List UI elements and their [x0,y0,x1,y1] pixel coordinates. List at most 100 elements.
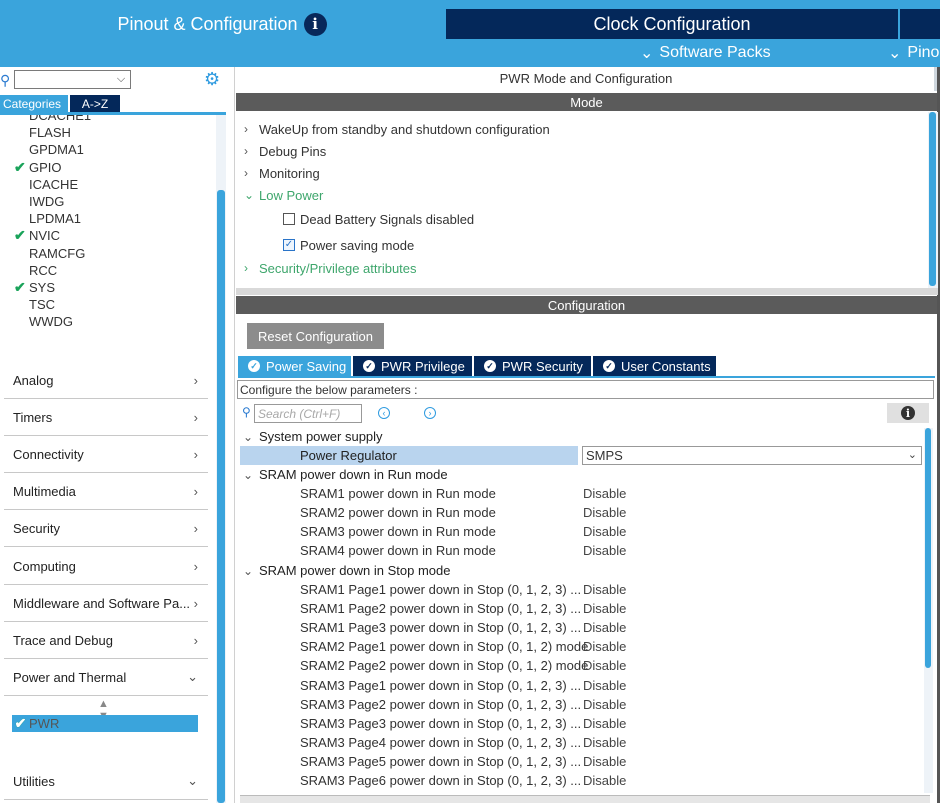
category-row[interactable]: Timers › [4,399,208,436]
category-row[interactable]: Utilities ⌄ [4,763,208,800]
tab-pwr-security[interactable]: ✓ PWR Security [474,356,591,376]
config-scrollbar-thumb[interactable] [925,428,931,668]
peripheral-item[interactable]: GPDMA1 [14,141,84,158]
tab-power-saving[interactable]: ✓ Power Saving [238,356,351,376]
category-row[interactable]: Analog › [4,362,208,399]
reset-configuration-button[interactable]: Reset Configuration [247,323,384,349]
parameter-name: SRAM3 Page5 power down in Stop (0, 1, 2,… [300,753,582,769]
info-button[interactable]: i [887,403,929,423]
mode-item-low-power[interactable]: ⌄ Low Power [244,185,323,205]
parameter-value[interactable]: Disable [583,582,626,597]
chevron-down-icon[interactable]: ⌵ [112,70,130,89]
pinout-menu[interactable]: ⌄ Pino [888,40,939,66]
parameter-value[interactable]: Disable [583,543,626,558]
chevron-down-icon: ⌄ [888,45,902,62]
parameter-row[interactable]: SRAM2 Page2 power down in Stop (0, 1, 2)… [300,656,922,675]
peripheral-item[interactable]: ✔ SYS [14,279,55,296]
panel-divider[interactable] [236,288,938,295]
tab-az-label: A->Z [81,96,109,111]
peripheral-item[interactable]: WWDG [14,313,73,330]
dead-battery-option[interactable]: Dead Battery Signals disabled [283,209,474,229]
parameter-value[interactable]: Disable [583,601,626,616]
parameter-value[interactable]: Disable [583,524,626,539]
tab-pwr-privilege[interactable]: ✓ PWR Privilege [353,356,472,376]
parameter-row[interactable]: SRAM3 Page6 power down in Stop (0, 1, 2,… [300,771,922,790]
tab-pinout-configuration[interactable]: Pinout & Configuration i [0,9,444,39]
parameter-name: SRAM1 Page3 power down in Stop (0, 1, 2,… [300,620,582,636]
peripheral-item[interactable]: ✔ NVIC [14,227,60,244]
mode-item-wakeup[interactable]: › WakeUp from standby and shutdown confi… [244,119,550,139]
group-system-power-supply[interactable]: ⌄ System power supply [243,427,383,446]
category-row[interactable]: Computing › [4,548,208,585]
parameter-row[interactable]: SRAM3 Page1 power down in Stop (0, 1, 2,… [300,676,922,695]
power-regulator-select[interactable]: SMPS ⌄ [582,446,922,465]
dead-battery-checkbox[interactable] [283,213,295,225]
parameter-row[interactable]: SRAM3 power down in Run mode Disable [300,522,922,541]
info-icon[interactable]: i [303,12,327,36]
parameter-row[interactable]: SRAM3 Page4 power down in Stop (0, 1, 2,… [300,733,922,752]
parameter-value[interactable]: Disable [583,486,626,501]
peripheral-item[interactable]: RCC [14,262,57,279]
category-row[interactable]: Security › [4,510,208,547]
mode-item-security-privilege[interactable]: › Security/Privilege attributes [244,258,417,278]
tab-pinout-label: Pinout & Configuration [117,13,298,34]
peripheral-item[interactable]: IWDG [14,193,64,210]
power-saving-checkbox[interactable]: ✓ [283,239,295,251]
parameter-value[interactable]: Disable [583,735,626,750]
peripheral-item[interactable]: RAMCFG [14,245,85,262]
mode-item-debug-pins[interactable]: › Debug Pins [244,141,326,161]
peripheral-item[interactable]: TSC [14,296,55,313]
horizontal-scrollbar[interactable] [240,795,930,803]
next-match-icon[interactable]: › [424,407,436,419]
parameter-value[interactable]: Disable [583,773,626,788]
power-regulator-value: SMPS [586,448,623,463]
previous-match-icon[interactable]: ‹ [378,407,390,419]
parameter-row[interactable]: SRAM3 Page5 power down in Stop (0, 1, 2,… [300,752,922,771]
category-row[interactable]: Power and Thermal ⌄ [4,659,208,696]
peripheral-item[interactable]: LPDMA1 [14,210,81,227]
parameter-value[interactable]: Disable [583,754,626,769]
tab-a-to-z[interactable]: A->Z [70,95,120,112]
tab-overflow[interactable] [900,9,940,39]
parameter-row[interactable]: SRAM3 Page2 power down in Stop (0, 1, 2,… [300,695,922,714]
mode-scrollbar-thumb[interactable] [929,112,936,286]
parameter-search-input[interactable]: Search (Ctrl+F) [254,404,362,423]
peripheral-item-label: ICACHE [29,176,79,192]
parameter-row[interactable]: SRAM2 Page1 power down in Stop (0, 1, 2)… [300,637,922,656]
parameter-value[interactable]: Disable [583,658,626,673]
power-regulator-label[interactable]: Power Regulator [300,446,397,465]
parameter-row[interactable]: SRAM1 Page2 power down in Stop (0, 1, 2,… [300,599,922,618]
peripheral-item-pwr[interactable]: ✔ PWR [12,715,198,732]
category-row[interactable]: Multimedia › [4,473,208,510]
parameter-row[interactable]: SRAM4 power down in Run mode Disable [300,541,922,560]
group-sram-run-mode[interactable]: ⌄ SRAM power down in Run mode [243,465,448,484]
parameter-row[interactable]: SRAM1 Page1 power down in Stop (0, 1, 2,… [300,580,922,599]
parameter-value[interactable]: Disable [583,639,626,654]
gear-icon[interactable]: ⚙ [204,69,220,90]
group-sram-stop-mode[interactable]: ⌄ SRAM power down in Stop mode [243,561,450,580]
parameter-value[interactable]: Disable [583,697,626,712]
parameter-row[interactable]: SRAM3 Page3 power down in Stop (0, 1, 2,… [300,714,922,733]
left-scrollbar-thumb[interactable] [217,190,225,803]
parameter-row[interactable]: SRAM1 power down in Run mode Disable [300,484,922,503]
parameter-value[interactable]: Disable [583,716,626,731]
option-label: Power saving mode [300,237,415,253]
tab-user-constants[interactable]: ✓ User Constants [593,356,716,376]
category-label: Utilities [13,773,55,789]
peripheral-item[interactable]: ICACHE [14,176,78,193]
parameter-row[interactable]: SRAM1 Page3 power down in Stop (0, 1, 2,… [300,618,922,637]
software-packs-menu[interactable]: ⌄ Software Packs [640,40,771,66]
tab-clock-configuration[interactable]: Clock Configuration [446,9,898,39]
parameter-value[interactable]: Disable [583,678,626,693]
tab-categories[interactable]: Categories [0,95,68,112]
parameter-row[interactable]: SRAM2 power down in Run mode Disable [300,503,922,522]
parameter-value[interactable]: Disable [583,505,626,520]
peripheral-item[interactable]: ✔ GPIO [14,159,62,176]
category-row[interactable]: Trace and Debug › [4,622,208,659]
mode-item-monitoring[interactable]: › Monitoring [244,163,320,183]
power-saving-option[interactable]: ✓ Power saving mode [283,235,414,255]
category-row[interactable]: Middleware and Software Pa... › [4,585,208,622]
peripheral-item[interactable]: FLASH [14,124,71,141]
category-row[interactable]: Connectivity › [4,436,208,473]
parameter-value[interactable]: Disable [583,620,626,635]
